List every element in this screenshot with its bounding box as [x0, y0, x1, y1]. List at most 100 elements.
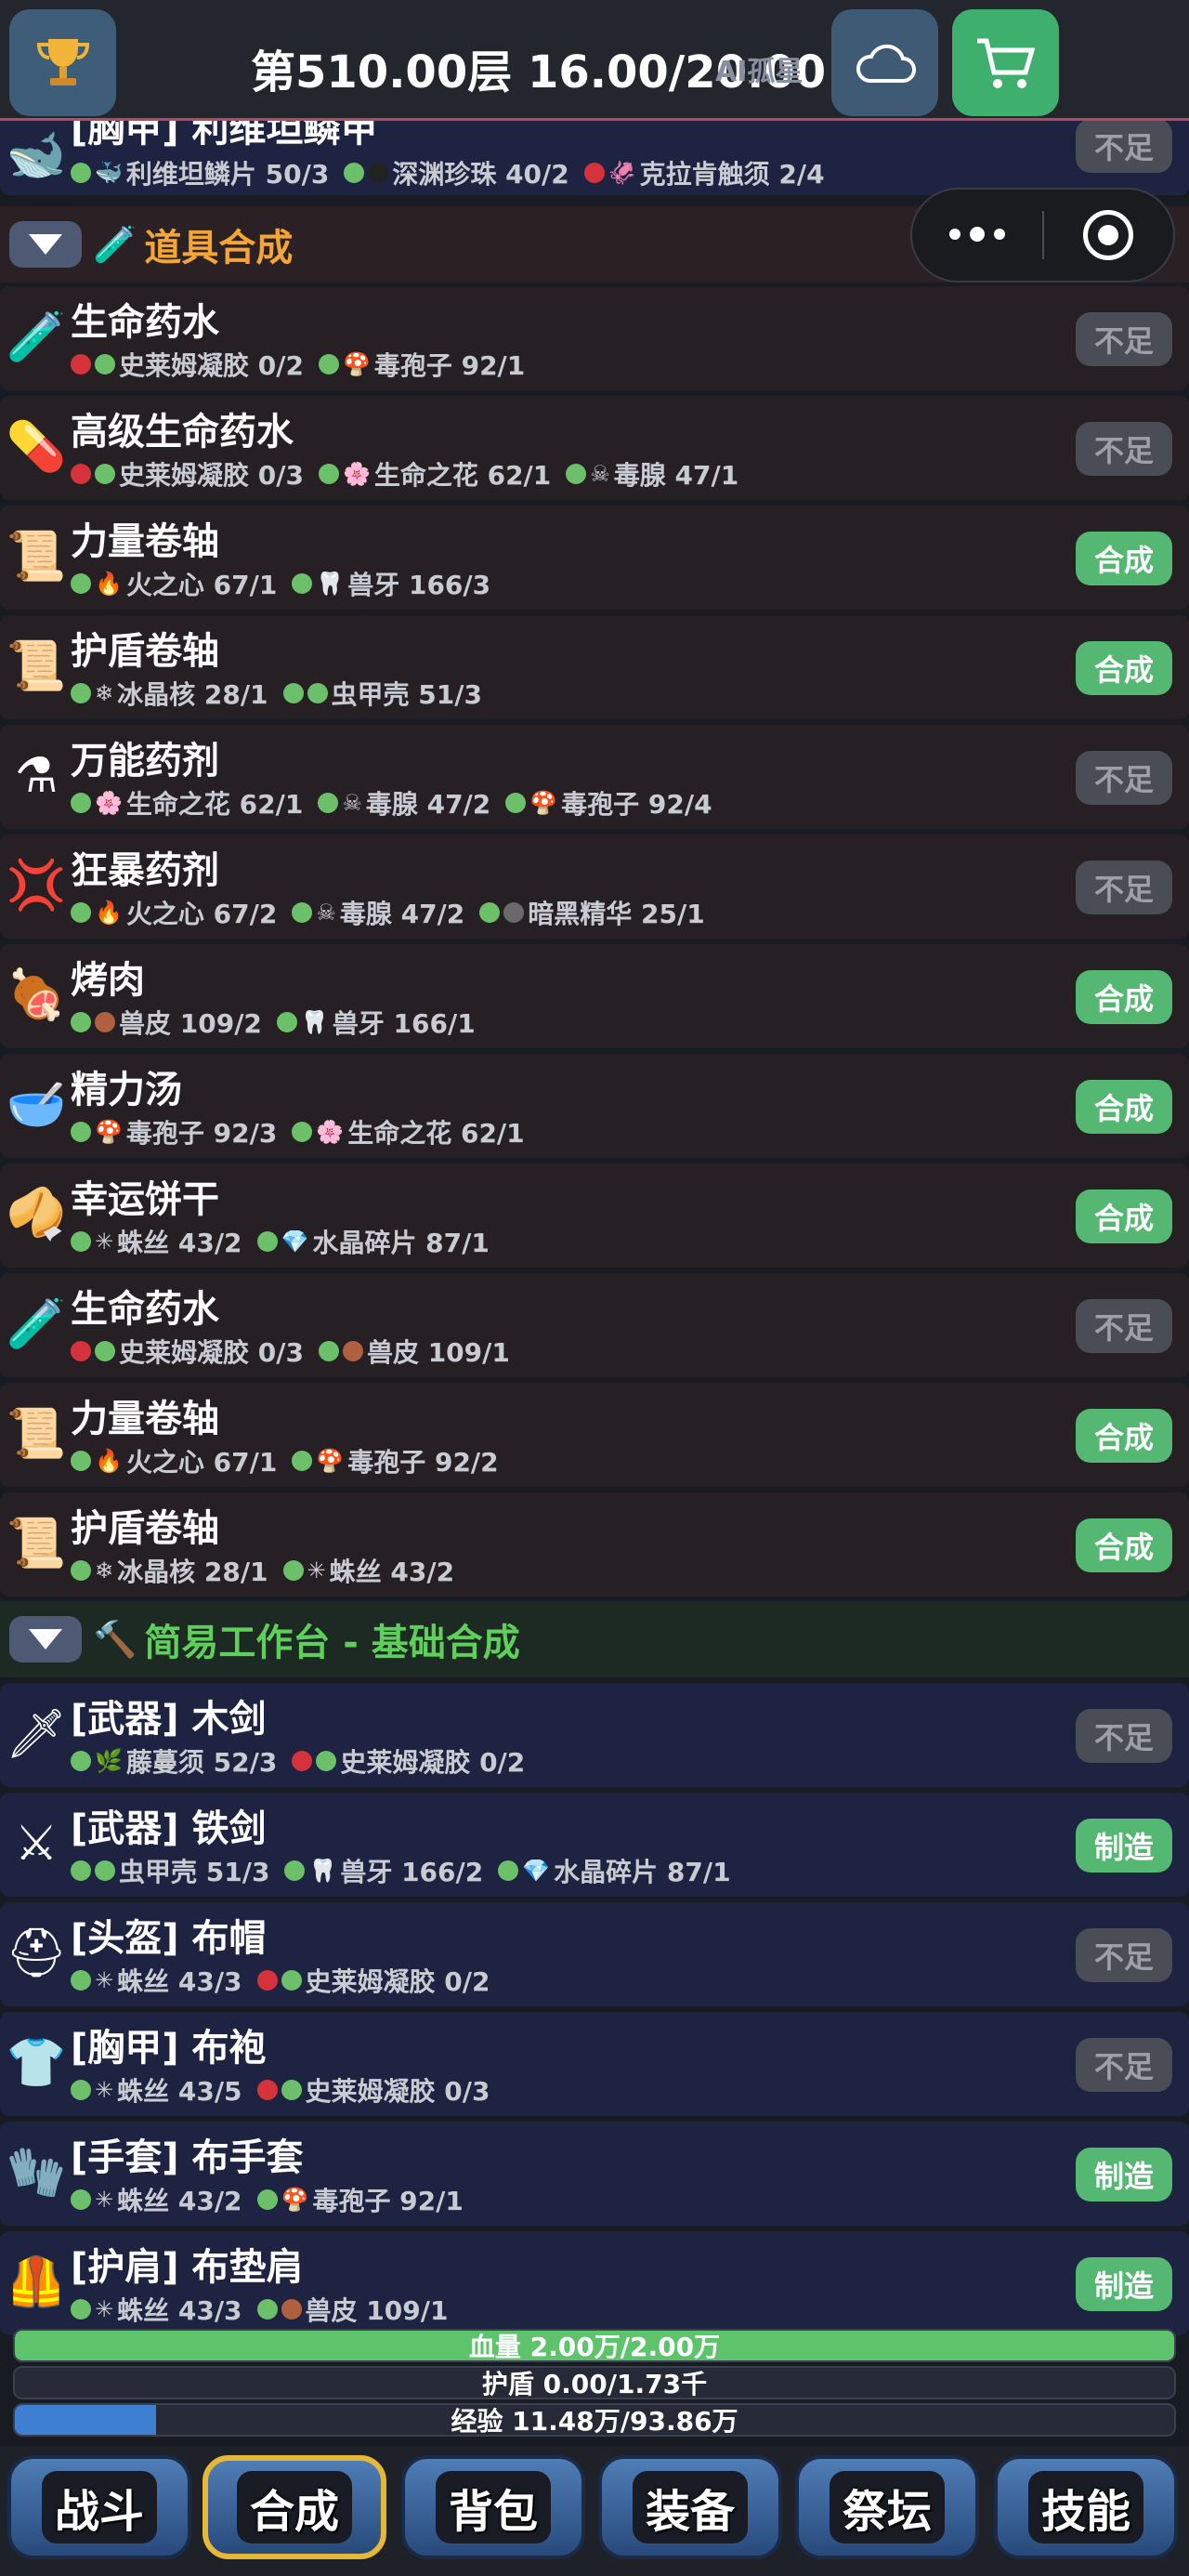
- cloud-button[interactable]: [831, 9, 938, 116]
- tab-skills[interactable]: 技能: [994, 2455, 1178, 2559]
- miniprogram-capsule: [910, 188, 1175, 283]
- craft-button[interactable]: 制造: [1076, 2148, 1172, 2201]
- craft-button[interactable]: 不足: [1076, 119, 1172, 173]
- recipe-row: 🥣 精力汤 🍄 毒孢子 92/3 🌸 生命之花 62/1 合成: [0, 1054, 1189, 1158]
- craft-button[interactable]: 合成: [1076, 1080, 1172, 1134]
- material-requirement: 🔥 火之心 67/1: [71, 1442, 277, 1479]
- material-icon: 🌸: [342, 461, 371, 487]
- recipe-name: 精力汤: [71, 1069, 182, 1111]
- insufficient-button[interactable]: 不足: [1076, 1928, 1172, 1982]
- material-icon: ✳: [95, 2187, 114, 2213]
- tab-battle[interactable]: 战斗: [7, 2455, 191, 2559]
- material-icon: ✳: [95, 2077, 114, 2103]
- status-dot: [292, 1122, 313, 1142]
- tab-altar[interactable]: 祭坛: [795, 2455, 979, 2559]
- insufficient-button[interactable]: 不足: [1076, 1299, 1172, 1353]
- material-icon: ✳: [95, 2296, 114, 2322]
- material-text: 生命之花 62/1: [347, 1118, 525, 1149]
- craft-button[interactable]: 制造: [1076, 2257, 1172, 2311]
- watermark: AI孤星: [715, 56, 804, 88]
- recipe-name: 烤肉: [71, 959, 145, 1002]
- material-icon: ✳: [95, 1967, 114, 1993]
- status-dot: [71, 573, 91, 594]
- craft-button[interactable]: 合成: [1076, 641, 1172, 695]
- recipe-name: [头盔] 布帽: [71, 1917, 267, 1960]
- material-icon: ❄: [95, 1557, 114, 1584]
- material-requirement: 🍄 毒孢子 92/4: [505, 784, 712, 821]
- collapse-toggle[interactable]: [9, 1616, 82, 1663]
- collapse-toggle[interactable]: [9, 221, 82, 268]
- status-dot: [256, 2080, 278, 2100]
- section-header-bench[interactable]: 🔨 简易工作台 - 基础合成: [0, 1601, 1189, 1677]
- material-icon: 🍄: [281, 2187, 309, 2213]
- status-dot: [282, 683, 304, 703]
- recipe-materials: ✳ 蛛丝 43/3 兽皮 109/1: [71, 2291, 463, 2328]
- shield-bar: 护盾 0.00/1.73千: [13, 2366, 1176, 2399]
- recipe-item-icon: 🥠: [6, 1187, 67, 1242]
- recipe-item-icon: 📜: [6, 638, 67, 694]
- recipe-row: 🗡 [武器] 木剑 🌿 藤蔓须 52/3 史莱姆凝胶 0/2 不足: [0, 1683, 1189, 1787]
- tab-craft[interactable]: 合成: [203, 2455, 386, 2559]
- status-dot: [503, 902, 525, 923]
- status-dot: [498, 1860, 519, 1881]
- shop-button[interactable]: [952, 9, 1059, 116]
- material-requirement: 💎 水晶碎片 87/1: [256, 1223, 490, 1260]
- recipe-row: 💢 狂暴药剂 🔥 火之心 67/2 ☠ 毒腺 47/2 暗黑精华 25/1 不足: [0, 835, 1189, 939]
- material-text: 史莱姆凝胶 0/2: [340, 1747, 526, 1778]
- material-icon: 🌸: [316, 1119, 345, 1145]
- material-icon: 🔥: [95, 1448, 123, 1474]
- material-requirement: ☠ 毒腺 47/2: [292, 894, 464, 931]
- craft-button[interactable]: 合成: [1076, 1409, 1172, 1463]
- material-icon: 🔥: [95, 571, 123, 597]
- recipe-row: 💊 高级生命药水 史莱姆凝胶 0/3 🌸 生命之花 62/1 ☠ 毒腺 47/1 不足: [0, 396, 1189, 500]
- craft-button[interactable]: 合成: [1076, 970, 1172, 1024]
- material-text: 冰晶核 28/1: [117, 679, 268, 710]
- material-requirement: 虫甲壳 51/3: [71, 1852, 269, 1889]
- recipe-row: 🧪 生命药水 史莱姆凝胶 0/2 🍄 毒孢子 92/1 不足: [0, 286, 1189, 390]
- material-icon: 🍄: [342, 351, 371, 377]
- exp-label: 经验 11.48万/93.86万: [451, 2406, 738, 2437]
- recipe-materials: 兽皮 109/2 🦷 兽牙 166/1: [71, 1004, 490, 1041]
- insufficient-button[interactable]: 不足: [1076, 1709, 1172, 1763]
- craft-button[interactable]: 合成: [1076, 532, 1172, 585]
- material-text: 毒孢子 92/4: [561, 789, 712, 820]
- insufficient-button[interactable]: 不足: [1076, 751, 1172, 805]
- recipe-materials: 史莱姆凝胶 0/3 兽皮 109/1: [71, 1333, 525, 1370]
- craft-button[interactable]: 合成: [1076, 1518, 1172, 1572]
- recipe-item-icon: 📜: [6, 529, 67, 585]
- recipe-name: [护肩] 布垫肩: [71, 2246, 304, 2289]
- recipe-row: 🥠 幸运饼干 ✳ 蛛丝 43/2 💎 水晶碎片 87/1 合成: [0, 1163, 1189, 1268]
- status-dot: [281, 1970, 302, 1991]
- target-icon[interactable]: [1044, 210, 1174, 260]
- material-text: 水晶碎片 87/1: [312, 1228, 490, 1258]
- hp-bar: 血量 2.00万/2.00万: [13, 2329, 1176, 2362]
- insufficient-button[interactable]: 不足: [1076, 312, 1172, 366]
- trophy-button[interactable]: [9, 9, 116, 116]
- recipe-item-icon: 💢: [6, 858, 67, 913]
- craft-button[interactable]: 合成: [1076, 1189, 1172, 1243]
- more-dots-icon[interactable]: [912, 227, 1042, 242]
- tab-equipment[interactable]: 装备: [598, 2455, 782, 2559]
- material-requirement: ❄ 冰晶核 28/1: [71, 1552, 268, 1589]
- material-text: 毒腺 47/2: [365, 789, 491, 820]
- recipe-item-icon: 📜: [6, 1406, 67, 1462]
- insufficient-button[interactable]: 不足: [1076, 422, 1172, 476]
- insufficient-button[interactable]: 不足: [1076, 861, 1172, 914]
- recipe-name: 护盾卷轴: [71, 630, 219, 673]
- material-text: 蛛丝 43/3: [117, 1966, 242, 1997]
- triangle-down-icon: [29, 1629, 62, 1649]
- tab-bag[interactable]: 背包: [401, 2455, 585, 2559]
- status-dot: [505, 793, 527, 813]
- material-text: 毒孢子 92/1: [312, 2186, 464, 2216]
- recipe-name: 力量卷轴: [71, 520, 219, 563]
- status-dot: [479, 902, 501, 923]
- status-dot: [71, 1122, 91, 1142]
- material-icon: 🦷: [308, 1858, 337, 1884]
- status-dot: [566, 464, 587, 484]
- recipe-name: 护盾卷轴: [71, 1507, 219, 1550]
- bottom-tab-bar: 战斗 合成 背包 装备 祭坛 技能: [0, 2446, 1189, 2576]
- insufficient-button[interactable]: 不足: [1076, 2038, 1172, 2092]
- craft-button[interactable]: 制造: [1076, 1819, 1172, 1873]
- material-text: 史莱姆凝胶 0/3: [119, 1337, 304, 1368]
- recipe-item-icon: 📜: [6, 1516, 67, 1571]
